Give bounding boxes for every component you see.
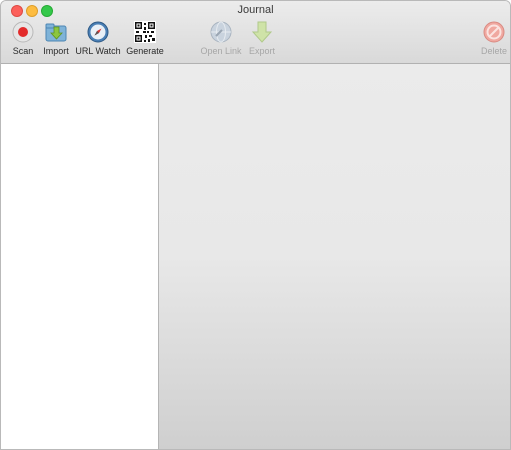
qr-code-icon (134, 21, 156, 43)
generate-label: Generate (126, 46, 164, 56)
import-label: Import (43, 46, 69, 56)
app-window: Journal Scan Import URL Watch Generate O… (0, 0, 511, 450)
toolbar: Journal Scan Import URL Watch Generate O… (1, 1, 510, 64)
url-watch-label: URL Watch (75, 46, 121, 56)
import-button[interactable]: Import (40, 21, 72, 59)
arrow-down-icon (251, 21, 273, 43)
compass-icon (87, 21, 109, 43)
globe-link-icon (210, 21, 232, 43)
export-button[interactable]: Export (246, 21, 278, 59)
generate-button[interactable]: Generate (124, 21, 166, 59)
scan-label: Scan (12, 46, 34, 56)
open-link-button[interactable]: Open Link (198, 21, 244, 59)
open-link-label: Open Link (200, 46, 242, 56)
detail-pane (159, 64, 510, 449)
export-label: Export (248, 46, 275, 56)
delete-label: Delete (480, 46, 507, 56)
delete-button[interactable]: Delete (477, 21, 510, 59)
scan-button[interactable]: Scan (8, 21, 38, 59)
no-entry-icon (483, 21, 505, 43)
record-icon (12, 21, 34, 43)
journal-sidebar-list[interactable] (1, 64, 159, 449)
url-watch-button[interactable]: URL Watch (73, 21, 123, 59)
window-title: Journal (237, 4, 274, 16)
folder-import-icon (45, 23, 67, 42)
